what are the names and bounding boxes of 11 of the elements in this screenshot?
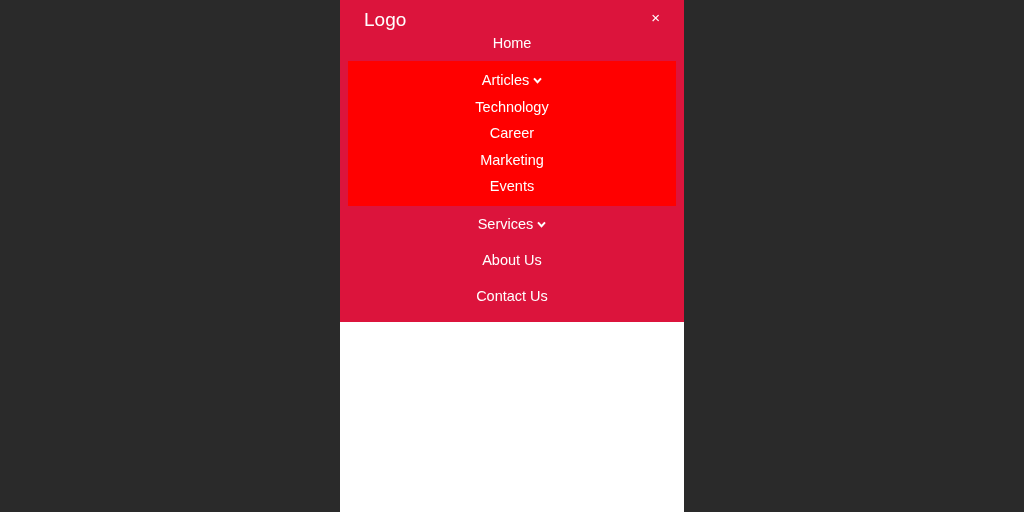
close-button[interactable]: × [651,11,660,25]
submenu-link[interactable]: Marketing [348,146,676,173]
dropdown-toggle[interactable]: Articles [348,67,676,94]
submenu-link[interactable]: Events [348,173,676,200]
submenu-link[interactable]: Career [348,120,676,147]
submenu-link[interactable]: Technology [348,93,676,120]
nav-link[interactable]: Contact Us [348,277,676,314]
logo[interactable]: Logo [364,8,407,32]
nav-link[interactable]: Home [348,35,676,51]
nav-link[interactable]: About Us [348,241,676,278]
dropdown-toggle[interactable]: Services [348,205,676,242]
